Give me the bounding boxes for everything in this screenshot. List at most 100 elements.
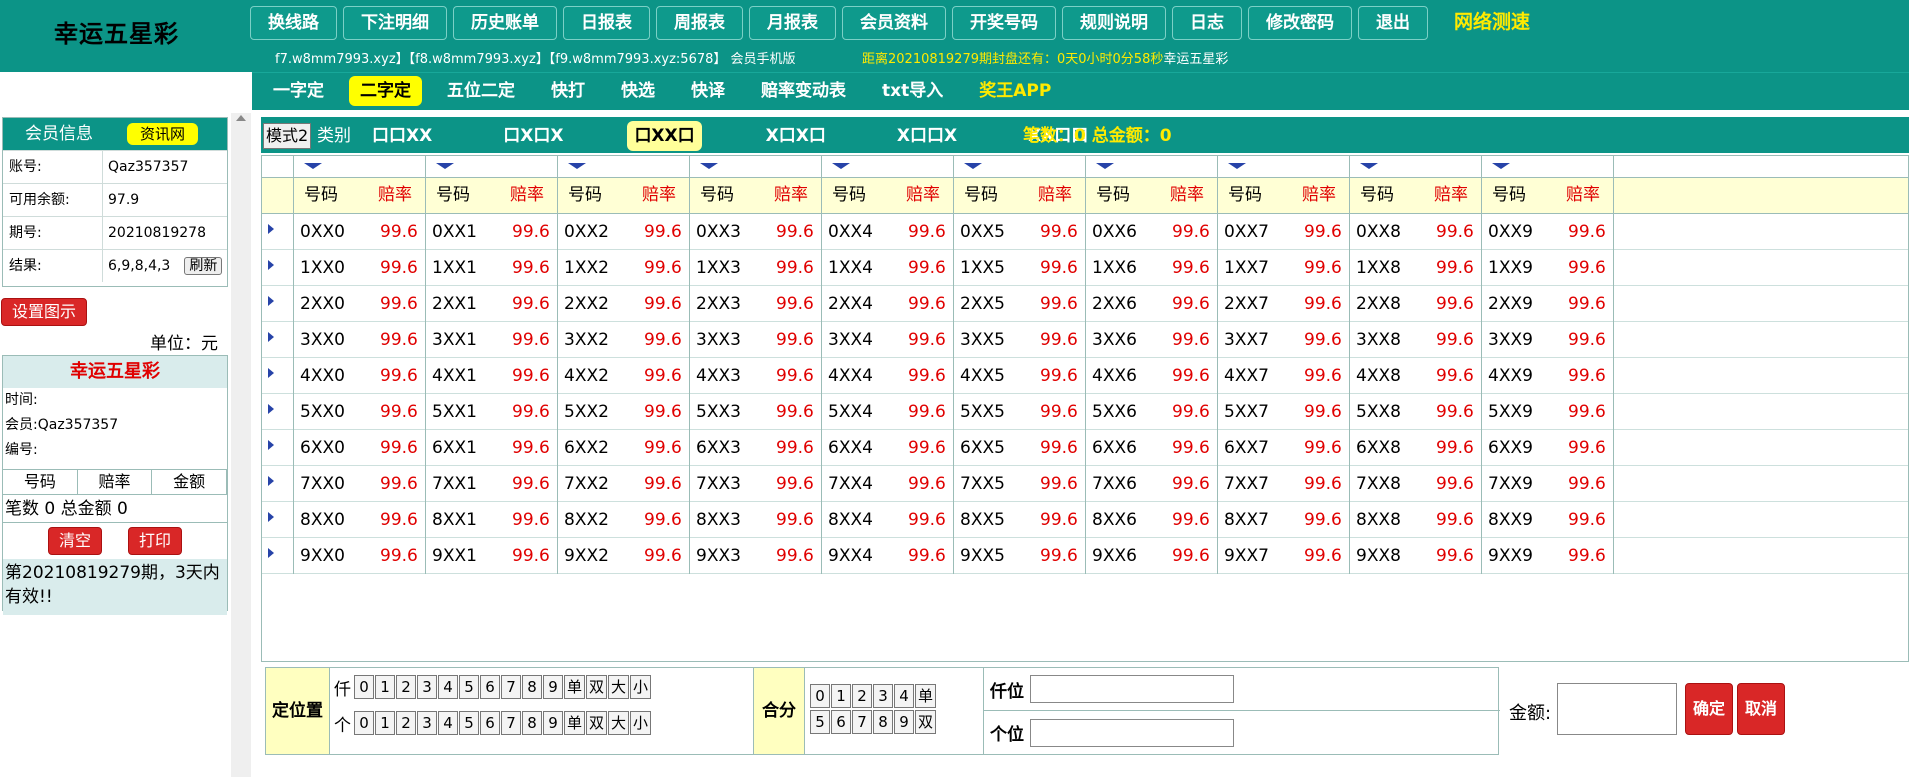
info-site-badge[interactable]: 资讯网 — [127, 123, 199, 145]
thousand-digit-button[interactable]: 单 — [564, 675, 586, 699]
thousand-digit-button[interactable]: 5 — [459, 675, 479, 699]
thousand-digit-button[interactable]: 2 — [396, 675, 416, 699]
mode-button[interactable]: 模式2 — [263, 123, 312, 149]
bet-cell[interactable]: 5XX3 99.6 — [690, 394, 822, 430]
bet-cell[interactable]: 6XX6 99.6 — [1086, 430, 1218, 466]
bet-cell[interactable]: 3XX4 99.6 — [822, 322, 954, 358]
hefen-digit-button[interactable]: 3 — [873, 684, 893, 708]
left-scrollbar[interactable] — [231, 113, 251, 777]
bet-cell[interactable]: 3XX1 99.6 — [426, 322, 558, 358]
bet-cell[interactable]: 1XX9 99.6 — [1482, 250, 1614, 286]
nav-button-3[interactable]: 日报表 — [563, 6, 650, 40]
hefen-digit-button[interactable]: 9 — [894, 710, 914, 734]
bet-cell[interactable]: 8XX8 99.6 — [1350, 502, 1482, 538]
row-select-arrow-icon[interactable] — [268, 368, 274, 378]
bet-cell[interactable]: 2XX8 99.6 — [1350, 286, 1482, 322]
hefen-digit-button[interactable]: 4 — [894, 684, 914, 708]
bet-cell[interactable]: 8XX7 99.6 — [1218, 502, 1350, 538]
row-select-arrow-icon[interactable] — [268, 548, 274, 558]
bet-cell[interactable]: 2XX1 99.6 — [426, 286, 558, 322]
unit-digit-button[interactable]: 7 — [501, 711, 521, 735]
column-select-arrow-icon[interactable] — [304, 163, 322, 169]
bet-cell[interactable]: 1XX8 99.6 — [1350, 250, 1482, 286]
hefen-digit-button[interactable]: 7 — [852, 710, 872, 734]
bet-cell[interactable]: 9XX2 99.6 — [558, 538, 690, 574]
mode-tab-2[interactable]: 口XX口 — [627, 121, 702, 151]
subnav-item-5[interactable]: 快译 — [680, 76, 736, 106]
column-select-arrow-icon[interactable] — [832, 163, 850, 169]
mode-tab-0[interactable]: 口口XX — [365, 121, 439, 151]
bet-cell[interactable]: 0XX6 99.6 — [1086, 214, 1218, 250]
thousand-digit-button[interactable]: 3 — [417, 675, 437, 699]
set-icons-button[interactable]: 设置图示 — [1, 298, 88, 326]
bet-cell[interactable]: 3XX0 99.6 — [294, 322, 426, 358]
bet-cell[interactable]: 1XX3 99.6 — [690, 250, 822, 286]
unit-digit-button[interactable]: 0 — [354, 711, 374, 735]
bet-cell[interactable]: 3XX6 99.6 — [1086, 322, 1218, 358]
row-select-arrow-icon[interactable] — [268, 404, 274, 414]
bet-cell[interactable]: 5XX6 99.6 — [1086, 394, 1218, 430]
column-select-arrow-icon[interactable] — [1360, 163, 1378, 169]
print-button[interactable]: 打印 — [128, 527, 183, 555]
bet-cell[interactable]: 7XX1 99.6 — [426, 466, 558, 502]
unit-digit-button[interactable]: 单 — [564, 711, 586, 735]
subnav-item-2[interactable]: 五位二定 — [436, 76, 526, 106]
unit-pos-input[interactable] — [1030, 718, 1234, 747]
bet-cell[interactable]: 1XX7 99.6 — [1218, 250, 1350, 286]
bet-cell[interactable]: 2XX9 99.6 — [1482, 286, 1614, 322]
mode-tab-1[interactable]: 口X口X — [496, 121, 570, 151]
bet-cell[interactable]: 0XX9 99.6 — [1482, 214, 1614, 250]
bet-cell[interactable]: 6XX2 99.6 — [558, 430, 690, 466]
column-select-arrow-icon[interactable] — [436, 163, 454, 169]
row-select-arrow-icon[interactable] — [268, 440, 274, 450]
bet-cell[interactable]: 9XX8 99.6 — [1350, 538, 1482, 574]
row-select-arrow-icon[interactable] — [268, 512, 274, 522]
bet-cell[interactable]: 3XX7 99.6 — [1218, 322, 1350, 358]
unit-digit-button[interactable]: 1 — [375, 711, 395, 735]
bet-cell[interactable]: 5XX9 99.6 — [1482, 394, 1614, 430]
hefen-digit-button[interactable]: 8 — [873, 710, 893, 734]
hefen-digit-button[interactable]: 2 — [852, 684, 872, 708]
subnav-item-7[interactable]: txt导入 — [871, 76, 954, 106]
bet-cell[interactable]: 0XX3 99.6 — [690, 214, 822, 250]
bet-cell[interactable]: 5XX1 99.6 — [426, 394, 558, 430]
hefen-digit-button[interactable]: 5 — [810, 710, 830, 734]
bet-cell[interactable]: 2XX6 99.6 — [1086, 286, 1218, 322]
nav-button-0[interactable]: 换线路 — [250, 6, 337, 40]
thousand-digit-button[interactable]: 小 — [630, 675, 652, 699]
confirm-button[interactable]: 确定 — [1685, 683, 1733, 735]
bet-cell[interactable]: 7XX2 99.6 — [558, 466, 690, 502]
bet-cell[interactable]: 4XX7 99.6 — [1218, 358, 1350, 394]
nav-button-2[interactable]: 历史账单 — [453, 6, 557, 40]
bet-cell[interactable]: 9XX7 99.6 — [1218, 538, 1350, 574]
unit-digit-button[interactable]: 5 — [459, 711, 479, 735]
bet-cell[interactable]: 6XX5 99.6 — [954, 430, 1086, 466]
bet-cell[interactable]: 9XX5 99.6 — [954, 538, 1086, 574]
unit-digit-button[interactable]: 双 — [586, 711, 608, 735]
column-select-arrow-icon[interactable] — [1096, 163, 1114, 169]
hefen-digit-button[interactable]: 1 — [831, 684, 851, 708]
bet-cell[interactable]: 3XX8 99.6 — [1350, 322, 1482, 358]
scroll-up-arrow-icon[interactable] — [236, 115, 246, 121]
thousand-pos-input[interactable] — [1030, 675, 1234, 703]
bet-cell[interactable]: 7XX4 99.6 — [822, 466, 954, 502]
bet-cell[interactable]: 8XX6 99.6 — [1086, 502, 1218, 538]
bet-cell[interactable]: 0XX1 99.6 — [426, 214, 558, 250]
bet-cell[interactable]: 8XX1 99.6 — [426, 502, 558, 538]
bet-cell[interactable]: 1XX6 99.6 — [1086, 250, 1218, 286]
unit-digit-button[interactable]: 8 — [522, 711, 542, 735]
bet-cell[interactable]: 0XX2 99.6 — [558, 214, 690, 250]
mode-tab-3[interactable]: X口X口 — [759, 121, 833, 151]
column-select-arrow-icon[interactable] — [1492, 163, 1510, 169]
bet-cell[interactable]: 8XX3 99.6 — [690, 502, 822, 538]
bet-cell[interactable]: 5XX7 99.6 — [1218, 394, 1350, 430]
bet-cell[interactable]: 6XX0 99.6 — [294, 430, 426, 466]
subnav-item-8[interactable]: 奖王APP — [968, 76, 1062, 106]
column-select-arrow-icon[interactable] — [568, 163, 586, 169]
thousand-digit-button[interactable]: 7 — [501, 675, 521, 699]
bet-cell[interactable]: 6XX9 99.6 — [1482, 430, 1614, 466]
column-select-arrow-icon[interactable] — [964, 163, 982, 169]
row-select-arrow-icon[interactable] — [268, 296, 274, 306]
bet-cell[interactable]: 4XX5 99.6 — [954, 358, 1086, 394]
hefen-digit-button[interactable]: 0 — [810, 684, 830, 708]
